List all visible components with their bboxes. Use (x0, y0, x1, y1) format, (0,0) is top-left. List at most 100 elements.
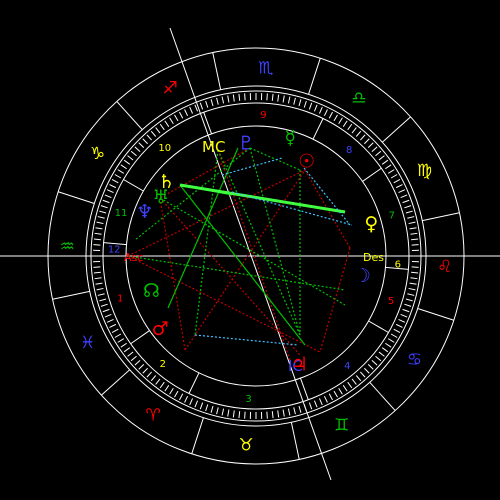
degree-tick (94, 232, 102, 235)
zodiac-sign-glyph: ♓ (80, 333, 95, 353)
degree-tick (210, 405, 214, 413)
house-number: 7 (389, 210, 395, 221)
degree-tick (159, 123, 165, 131)
degree-tick (174, 390, 179, 398)
degree-tick (130, 150, 137, 157)
house-number: 9 (260, 110, 266, 121)
degree-tick (100, 205, 108, 209)
degree-tick (102, 199, 110, 204)
degree-tick (169, 388, 174, 395)
degree-tick (184, 109, 189, 117)
degree-tick (308, 102, 313, 110)
degree-tick (169, 117, 174, 124)
house-number: 10 (158, 143, 171, 154)
sign-divider (382, 116, 411, 143)
degree-tick (400, 194, 408, 199)
degree-tick (293, 407, 296, 415)
sign-divider (369, 382, 396, 411)
house-number: 6 (395, 259, 401, 270)
aspect-line (319, 247, 351, 353)
degree-tick (409, 227, 417, 230)
descendant-label: Des (363, 251, 384, 264)
degree-tick (338, 117, 343, 124)
zodiac-sign-glyph: ♎ (351, 88, 366, 108)
degree-tick (318, 106, 323, 114)
degree-tick (395, 323, 403, 328)
degree-tick (93, 271, 101, 274)
degree-tick (109, 184, 117, 189)
degree-tick (142, 138, 148, 145)
degree-tick (378, 351, 385, 357)
degree-tick (221, 96, 225, 104)
degree-tick (134, 146, 141, 152)
degree-tick (388, 169, 395, 174)
degree-tick (282, 95, 285, 103)
degree-tick (227, 95, 230, 103)
zodiac-sign-glyph: ♒ (60, 237, 75, 257)
degree-tick (351, 127, 357, 134)
degree-tick (130, 355, 137, 362)
degree-tick (106, 189, 114, 194)
degree-tick (328, 393, 333, 401)
degree-tick (184, 395, 189, 403)
house-cusp (123, 179, 144, 192)
degree-tick (155, 378, 161, 385)
degree-tick (99, 298, 107, 302)
degree-tick (117, 169, 124, 174)
degree-tick (96, 221, 104, 225)
degree-tick (303, 404, 307, 412)
sign-divider (101, 369, 130, 396)
degree-tick (393, 328, 401, 333)
neptune-icon: ♆ (136, 201, 153, 223)
degree-tick (159, 381, 165, 389)
degree-tick (318, 398, 323, 406)
degree-tick (150, 375, 157, 382)
degree-tick (390, 333, 398, 338)
degree-tick (102, 308, 110, 313)
degree-tick (97, 293, 105, 296)
mercury-icon: ☿ (284, 127, 296, 149)
degree-tick (313, 400, 318, 408)
degree-tick (338, 388, 343, 395)
degree-tick (313, 104, 318, 112)
degree-tick (104, 194, 112, 199)
house-cusp (368, 320, 389, 333)
degree-tick (189, 398, 194, 406)
chart-svg: ♒♑♐♏♎♍♌♋♊♉♈♓ 123456789101112 Asc Des MC … (0, 27, 500, 481)
degree-tick (408, 221, 416, 225)
degree-tick (277, 410, 280, 418)
degree-tick (117, 338, 124, 343)
degree-tick (404, 303, 412, 307)
pluto-icon: ♇ (238, 132, 255, 154)
degree-tick (146, 371, 152, 378)
degree-tick (298, 99, 302, 107)
degree-tick (96, 287, 104, 291)
mars-icon: ♂ (152, 318, 169, 340)
degree-tick (360, 371, 366, 378)
degree-tick (342, 120, 348, 127)
sign-divider (212, 52, 222, 90)
house-number: 1 (117, 294, 123, 305)
sun-icon: ☉ (298, 151, 315, 173)
degree-tick (150, 130, 157, 137)
degree-tick (287, 408, 291, 416)
aspect-line (127, 255, 346, 291)
degree-tick (375, 355, 382, 362)
degree-tick (216, 407, 219, 415)
degree-tick (114, 174, 122, 179)
zodiac-sign-glyph: ♊ (334, 415, 349, 435)
degree-tick (227, 409, 230, 417)
zodiac-sign-glyph: ♍ (417, 161, 432, 181)
degree-tick (205, 100, 209, 108)
sign-divider (417, 308, 454, 321)
degree-tick (411, 271, 419, 274)
sign-divider (308, 58, 321, 95)
house-number: 2 (160, 359, 166, 370)
degree-tick (114, 333, 122, 338)
zodiac-sign-glyph: ♏ (258, 58, 273, 78)
zodiac-sign-glyph: ♑ (90, 144, 105, 164)
degree-tick (271, 411, 274, 419)
node-icon: ☊ (143, 280, 160, 302)
degree-tick (210, 99, 214, 107)
house-cusp (130, 330, 150, 345)
